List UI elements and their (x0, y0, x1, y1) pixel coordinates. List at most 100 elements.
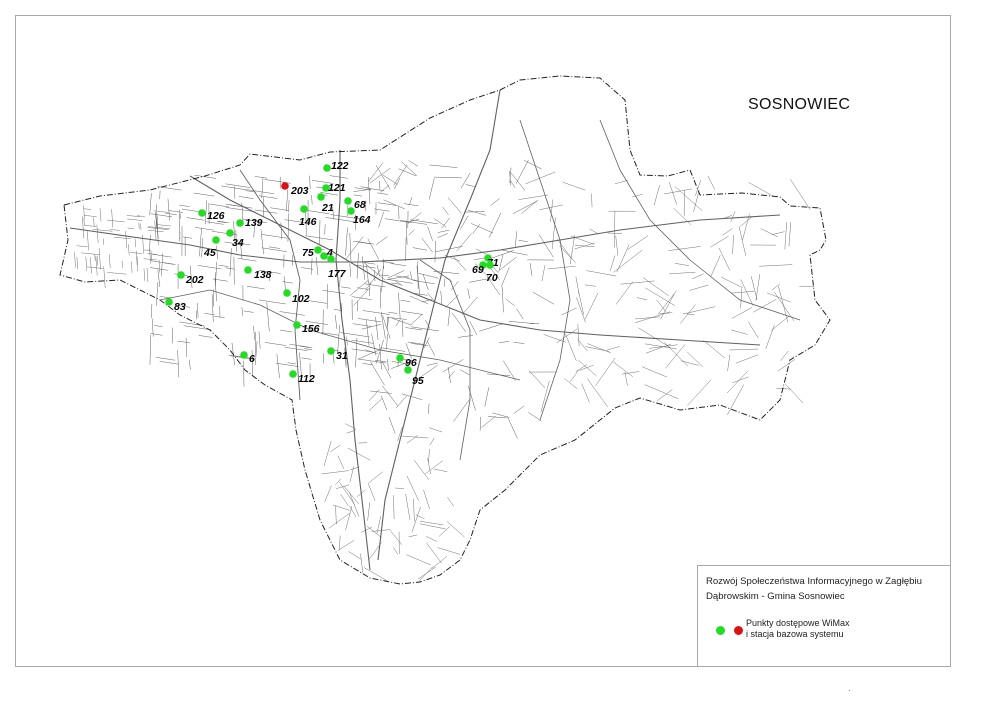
street (96, 255, 98, 266)
point-label-202: 202 (185, 274, 204, 286)
street (423, 489, 430, 510)
street (367, 238, 379, 260)
street (576, 297, 586, 323)
street (345, 505, 353, 531)
street (501, 286, 504, 313)
street (440, 291, 443, 306)
street (484, 387, 490, 407)
point-label-126: 126 (207, 210, 225, 222)
street (458, 335, 474, 338)
street (152, 253, 172, 258)
street (95, 256, 98, 276)
street (556, 328, 578, 344)
street (687, 379, 712, 406)
street (515, 159, 529, 184)
street (585, 292, 599, 320)
street (644, 384, 679, 400)
street (260, 229, 264, 255)
street (446, 521, 465, 538)
street (405, 493, 411, 520)
street (518, 239, 528, 243)
street (427, 226, 433, 241)
street (146, 267, 149, 282)
street (778, 285, 789, 323)
street (183, 325, 212, 331)
street (669, 271, 696, 275)
street (570, 235, 594, 245)
street (213, 315, 225, 319)
access-point-marker-31 (327, 347, 335, 355)
street (627, 235, 649, 250)
street (730, 211, 736, 223)
street (351, 296, 372, 300)
access-point-marker-70 (486, 261, 494, 269)
street (607, 346, 620, 351)
street (621, 371, 640, 375)
point-label-138: 138 (254, 269, 272, 281)
street (541, 265, 546, 282)
street (353, 188, 372, 192)
street (427, 403, 430, 414)
point-label-31: 31 (336, 350, 348, 362)
street (381, 265, 384, 292)
street (587, 343, 611, 354)
street (510, 171, 525, 191)
street (461, 296, 478, 315)
street (319, 220, 321, 246)
access-point-marker-95 (404, 366, 412, 374)
street (401, 393, 423, 400)
street (790, 179, 811, 210)
street (156, 282, 159, 306)
street (380, 274, 389, 277)
street (467, 209, 487, 216)
access-point-marker-75 (314, 246, 322, 254)
legend-access-point-marker (716, 626, 725, 635)
street (367, 483, 376, 501)
street (426, 340, 436, 356)
point-label-34: 34 (232, 237, 244, 249)
point-label-6: 6 (249, 353, 255, 365)
street (189, 359, 191, 370)
point-label-68: 68 (354, 199, 366, 211)
street (499, 256, 517, 271)
street (488, 212, 502, 238)
street (565, 333, 577, 361)
street (421, 238, 433, 253)
street (409, 197, 413, 206)
street (310, 258, 313, 275)
street (361, 324, 382, 330)
street (519, 119, 571, 421)
street (426, 542, 442, 564)
street (238, 196, 254, 199)
street (83, 205, 85, 220)
street (408, 160, 419, 167)
point-label-146: 146 (299, 216, 317, 228)
street (429, 164, 458, 168)
street (325, 217, 355, 223)
street (759, 264, 793, 267)
street (765, 324, 775, 349)
access-point-marker-202 (177, 271, 185, 279)
street (199, 227, 202, 257)
street (241, 307, 244, 316)
street (429, 437, 435, 446)
street (404, 203, 419, 207)
street (547, 265, 576, 270)
street (111, 209, 114, 228)
street (401, 310, 424, 315)
street (515, 231, 517, 247)
street (614, 180, 628, 185)
street (387, 359, 389, 371)
street (268, 246, 281, 249)
street (386, 334, 388, 350)
street (279, 311, 305, 316)
street (433, 270, 460, 274)
street (447, 308, 451, 327)
street (710, 235, 729, 248)
street (731, 291, 755, 294)
street (665, 344, 685, 369)
street (398, 292, 401, 319)
street (381, 395, 388, 411)
street (636, 297, 648, 301)
street (437, 229, 450, 233)
